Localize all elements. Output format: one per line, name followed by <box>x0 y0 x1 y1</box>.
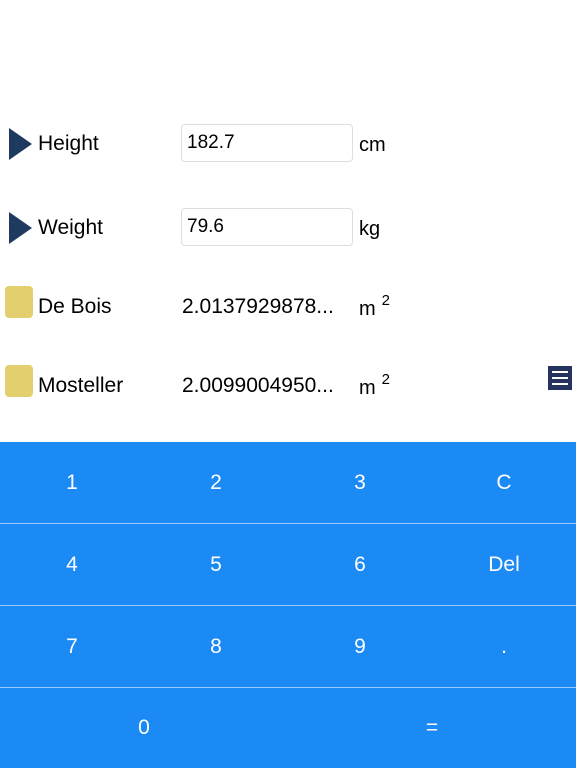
play-triangle-icon <box>9 212 32 244</box>
key-9[interactable]: 9 <box>288 606 432 687</box>
mosteller-unit-base: m <box>359 377 376 399</box>
mosteller-value: 2.0099004950... <box>182 374 334 397</box>
de-bois-row: De Bois 2.0137929878... m2 <box>0 286 576 330</box>
keypad-row: 0 = <box>0 688 576 768</box>
menu-line <box>552 377 568 379</box>
keypad-row: 4 5 6 Del <box>0 524 576 605</box>
menu-line <box>552 371 568 373</box>
keypad-row: 7 8 9 . <box>0 606 576 687</box>
yellow-square-icon <box>5 365 33 397</box>
de-bois-unit-base: m <box>359 298 376 320</box>
key-7[interactable]: 7 <box>0 606 144 687</box>
weight-row: Weight kg <box>0 206 576 250</box>
key-equals[interactable]: = <box>288 688 576 768</box>
yellow-square-icon <box>5 286 33 318</box>
hamburger-menu-icon[interactable] <box>548 366 572 390</box>
keypad-row: 1 2 3 C <box>0 442 576 523</box>
weight-unit: kg <box>359 218 381 240</box>
de-bois-label: De Bois <box>38 295 112 318</box>
weight-input[interactable] <box>181 208 353 246</box>
de-bois-unit-exponent: 2 <box>381 292 391 309</box>
key-3[interactable]: 3 <box>288 442 432 523</box>
weight-label: Weight <box>38 216 103 239</box>
play-triangle-icon <box>9 128 32 160</box>
bsa-calculator-screen: Height cm Weight kg De Bois 2.0137929878… <box>0 0 576 768</box>
key-delete[interactable]: Del <box>432 524 576 605</box>
de-bois-value: 2.0137929878... <box>182 295 334 318</box>
numeric-keypad: 1 2 3 C 4 5 6 Del 7 8 9 . 0 = <box>0 442 576 768</box>
mosteller-label: Mosteller <box>38 374 124 397</box>
key-2[interactable]: 2 <box>144 442 288 523</box>
height-label: Height <box>38 132 99 155</box>
height-input[interactable] <box>181 124 353 162</box>
menu-line <box>552 383 568 385</box>
height-unit: cm <box>359 134 386 156</box>
key-decimal-point[interactable]: . <box>432 606 576 687</box>
mosteller-row: Mosteller 2.0099004950... m2 <box>0 365 576 409</box>
key-8[interactable]: 8 <box>144 606 288 687</box>
mosteller-unit: m2 <box>359 371 390 402</box>
key-5[interactable]: 5 <box>144 524 288 605</box>
key-6[interactable]: 6 <box>288 524 432 605</box>
key-0[interactable]: 0 <box>0 688 288 768</box>
height-row: Height cm <box>0 122 576 166</box>
key-1[interactable]: 1 <box>0 442 144 523</box>
key-4[interactable]: 4 <box>0 524 144 605</box>
mosteller-unit-exponent: 2 <box>381 371 391 388</box>
key-clear[interactable]: C <box>432 442 576 523</box>
de-bois-unit: m2 <box>359 292 390 323</box>
